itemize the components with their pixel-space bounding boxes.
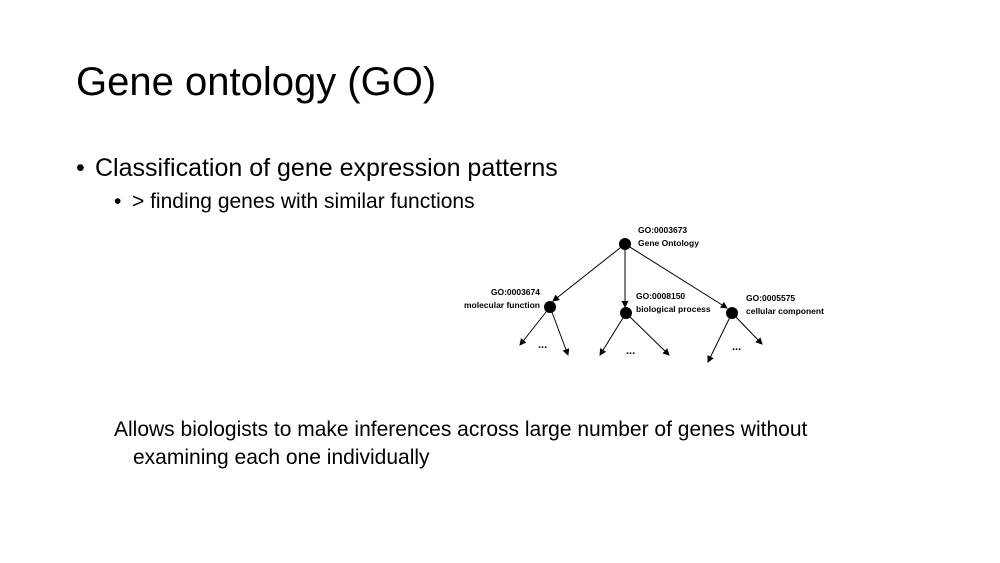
edge-root-to-molecular-function [552,243,626,302]
biological-process-node [620,307,632,319]
bullet-level-1: • Classification of gene expression patte… [76,152,558,184]
biological-process-more: ... [626,345,635,357]
biological-process-id-label: GO:0008150 [636,291,685,301]
cellular-component-node [726,307,738,319]
cellular-component-id-label: GO:0005575 [746,293,795,303]
go-tree-diagram: GO:0003673 Gene Ontology GO:0003674 mole… [464,225,824,363]
slide: Gene ontology (GO) • Classification of ge… [0,0,1000,563]
molecular-function-name-label: molecular function [464,300,540,310]
edge-biological-process-left [599,312,627,356]
summary-paragraph: Allows biologists to make inferences acr… [114,416,894,472]
bullet-text: > finding genes with similar functions [132,190,475,213]
molecular-function-more: ... [538,339,547,351]
bullet-marker: • [76,154,85,182]
edge-molecular-function-right [549,306,570,356]
summary-line-2: examining each one individually [133,446,430,469]
molecular-function-node [544,301,556,313]
bullet-text: Classification of gene expression patter… [95,154,558,182]
edge-cellular-component-right [731,312,763,345]
root-name-label: Gene Ontology [638,238,699,248]
summary-line-1: Allows biologists to make inferences acr… [114,418,808,441]
molecular-function-id-label: GO:0003674 [491,287,540,297]
biological-process-name-label: biological process [636,304,711,314]
cellular-component-more: ... [732,341,741,353]
cellular-component-name-label: cellular component [746,306,824,316]
bullet-level-2: • > finding genes with similar functions [114,188,475,216]
bullet-marker: • [114,190,122,213]
root-id-label: GO:0003673 [638,225,687,235]
slide-title: Gene ontology (GO) [76,60,437,104]
edge-cellular-component-left [707,312,733,363]
root-node [619,238,631,250]
